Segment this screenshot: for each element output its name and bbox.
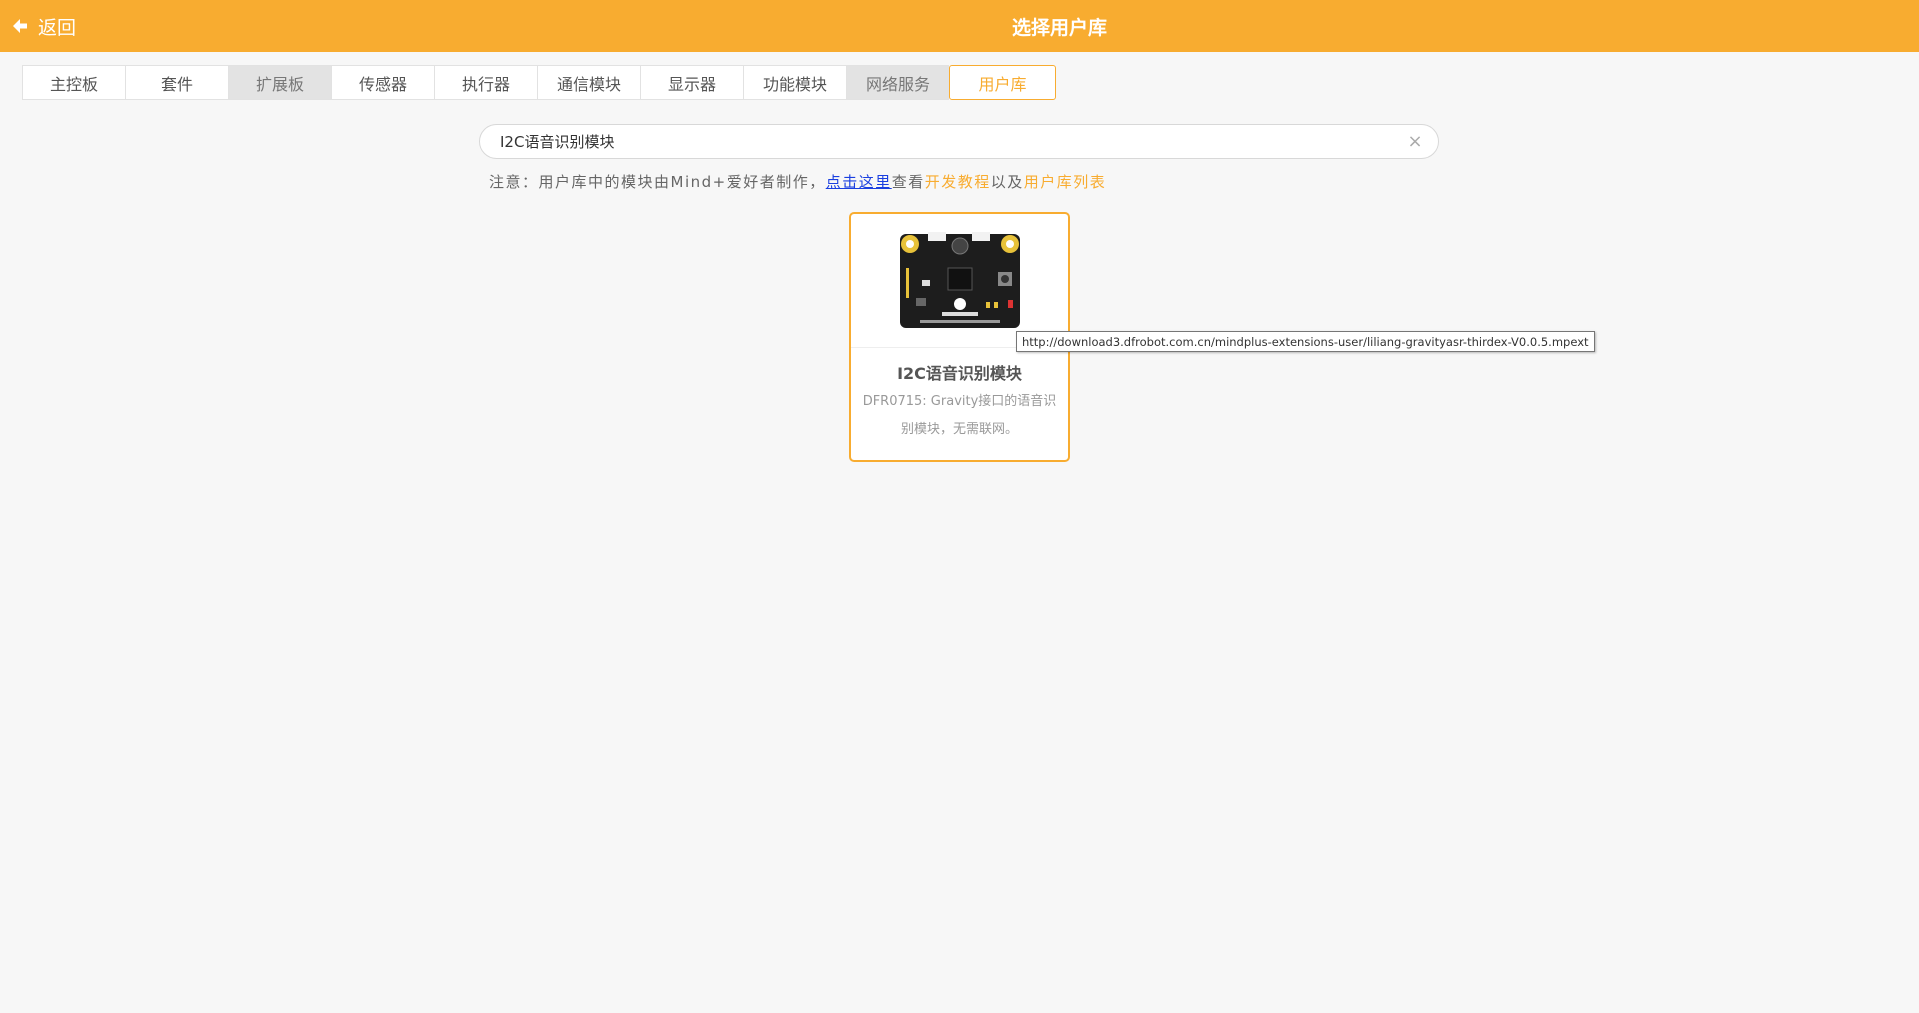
category-tabs: 主控板 套件 扩展板 传感器 执行器 通信模块 显示器 功能模块 网络服务 用户… xyxy=(22,65,1056,100)
tab-function-module[interactable]: 功能模块 xyxy=(743,65,846,100)
tab-main-board[interactable]: 主控板 xyxy=(22,65,125,100)
card-description: DFR0715: Gravity接口的语音识别模块，无需联网。 xyxy=(862,394,1057,437)
clear-icon[interactable]: × xyxy=(1406,132,1424,151)
download-url-tooltip: http://download3.dfrobot.com.cn/mindplus… xyxy=(1016,331,1595,352)
notice-view-text: 查看 xyxy=(891,172,925,191)
search-bar: × xyxy=(479,124,1439,159)
tab-network-service[interactable]: 网络服务 xyxy=(846,65,949,100)
tab-kit[interactable]: 套件 xyxy=(125,65,228,100)
tab-communication-module[interactable]: 通信模块 xyxy=(537,65,640,100)
page-title: 选择用户库 xyxy=(1011,16,1107,39)
header-bar: 返回 选择用户库 xyxy=(0,0,1919,52)
speech-recognition-board-image xyxy=(851,214,1068,348)
tab-display[interactable]: 显示器 xyxy=(640,65,743,100)
tab-user-library[interactable]: 用户库 xyxy=(949,65,1056,100)
notice-and-text: 以及 xyxy=(990,172,1024,191)
user-library-list-link[interactable]: 用户库列表 xyxy=(1024,171,1107,192)
card-title: I2C语音识别模块 xyxy=(897,364,1022,383)
tab-expansion-board[interactable]: 扩展板 xyxy=(228,65,331,100)
notice-prefix: 注意：用户库中的模块由Mind+爱好者制作， xyxy=(489,172,826,191)
search-input[interactable] xyxy=(500,132,1406,151)
dev-tutorial-link[interactable]: 开发教程 xyxy=(925,171,991,192)
tab-sensor[interactable]: 传感器 xyxy=(331,65,434,100)
tab-actuator[interactable]: 执行器 xyxy=(434,65,537,100)
user-library-notice: 注意：用户库中的模块由Mind+爱好者制作， 点击这里 查看 开发教程 以及 用… xyxy=(489,170,1106,192)
click-here-link[interactable]: 点击这里 xyxy=(826,171,892,192)
